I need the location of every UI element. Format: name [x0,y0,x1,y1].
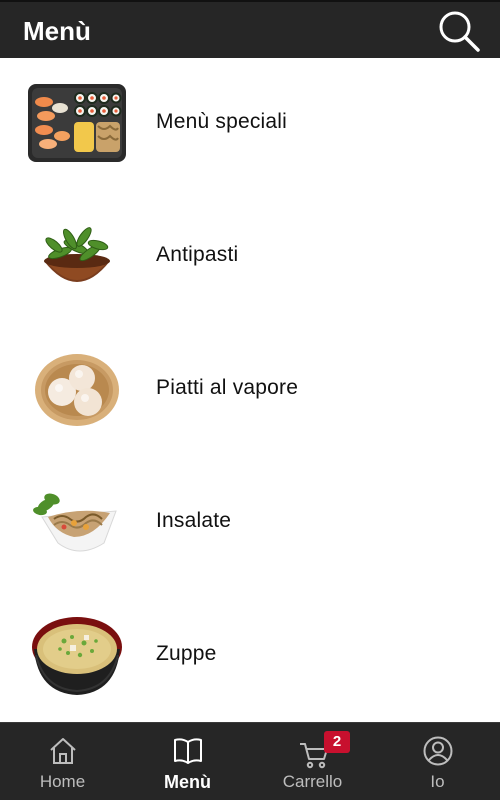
tab-label: Home [39,772,86,791]
user-icon [423,736,453,766]
category-label: Piatti al vapore [156,376,299,399]
sushi-platter-image [28,84,126,162]
edamame-bowl-image [44,227,110,282]
category-label: Antipasti [156,243,239,266]
category-list: Menù speciali Antipasti Piatti al vapore… [0,58,500,722]
search-icon [439,11,480,52]
tab-label: Carrello [282,772,343,791]
home-icon [50,738,76,764]
category-label: Insalate [156,509,232,532]
miso-soup-bowl-image [32,617,122,695]
category-label: Zuppe [156,642,217,665]
app-header: Menù [0,0,500,58]
steamed-buns-basket-image [35,354,119,426]
tab-carrello[interactable]: 2 Carrello [250,723,375,800]
category-label: Menù speciali [156,110,287,133]
category-item-piatti-al-vapore[interactable]: Piatti al vapore [0,324,500,457]
book-icon [174,738,202,764]
salad-bowl-image [33,493,117,552]
tab-menu[interactable]: Menù [125,723,250,800]
category-item-insalate[interactable]: Insalate [0,457,500,590]
tab-label: Io [430,772,445,791]
category-item-menu-speciali[interactable]: Menù speciali [0,58,500,191]
category-item-zuppe[interactable]: Zuppe [0,590,500,722]
bottom-navigation: Home Menù 2 Carrello Io [0,722,500,800]
category-item-antipasti[interactable]: Antipasti [0,191,500,324]
tab-home[interactable]: Home [0,723,125,800]
search-button[interactable] [436,8,482,54]
tab-io[interactable]: Io [375,723,500,800]
tab-label: Menù [164,772,211,792]
cart-count-badge: 2 [324,731,350,753]
page-title: Menù [23,16,91,46]
